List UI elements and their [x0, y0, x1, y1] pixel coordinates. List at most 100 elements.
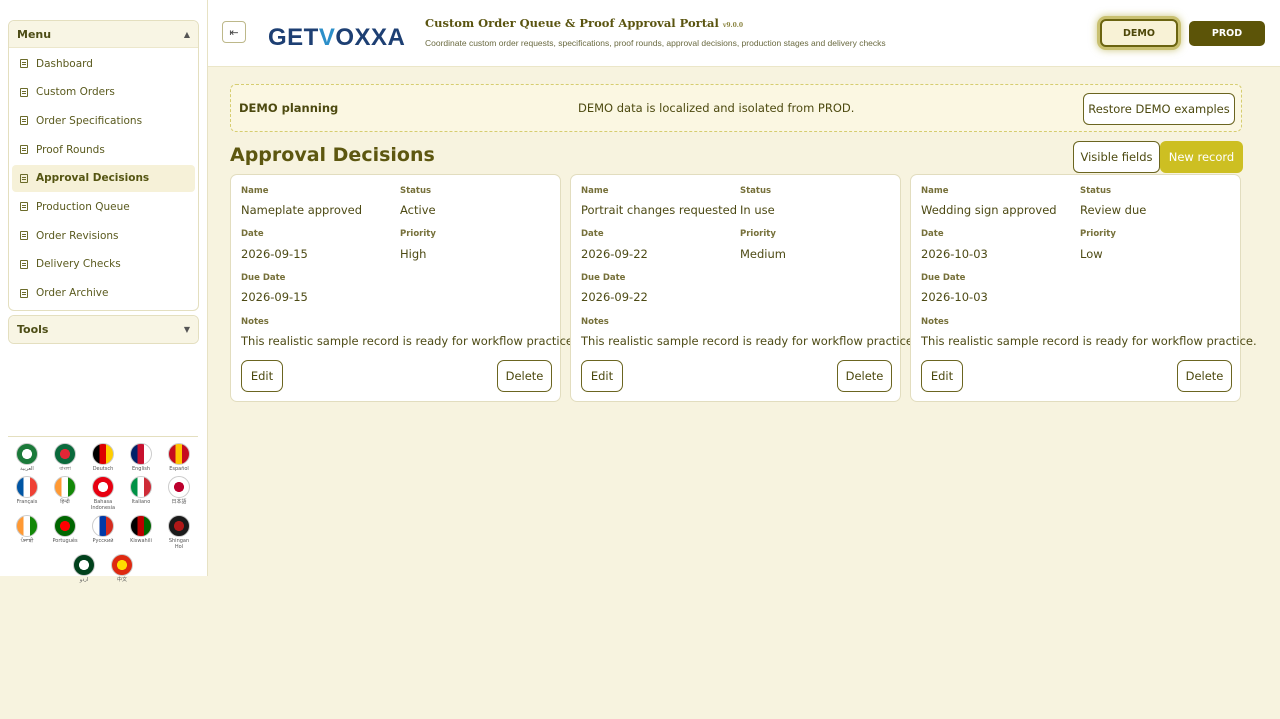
flag-icon [16, 515, 38, 537]
logo-text-get: GET [268, 24, 319, 51]
sidebar-item-label: Approval Decisions [36, 172, 150, 185]
tools-header[interactable]: Tools ▼ [9, 316, 198, 343]
document-icon [20, 288, 28, 298]
tools-title: Tools [17, 323, 49, 336]
flag-icon [16, 443, 38, 465]
language-option[interactable]: বাংলা [51, 443, 79, 472]
language-option[interactable]: Italiano [127, 476, 155, 511]
record-card: Name Wedding sign approved Status Review du… [910, 174, 1257, 402]
language-row: ਪੰਜਾਬੀ Português Русский Kiswahili Shingan H… [8, 515, 198, 550]
language-option[interactable]: Español [165, 443, 193, 472]
language-label: Français [16, 499, 38, 505]
sidebar-item[interactable]: Order Revisions [12, 222, 195, 249]
env-demo-button[interactable]: DEMO [1100, 19, 1178, 47]
flag-icon [168, 443, 190, 465]
sidebar-item[interactable]: Production Queue [12, 193, 195, 220]
sidebar-item[interactable]: Delivery Checks [12, 251, 195, 278]
delete-button[interactable]: Delete [1177, 360, 1232, 392]
language-label: বাংলা [59, 466, 71, 472]
env-prod-button[interactable]: PROD [1189, 21, 1265, 46]
sidebar-item[interactable]: Approval Decisions [12, 164, 195, 192]
language-label: Deutsch [92, 466, 114, 472]
sidebar-item-label: Proof Rounds [36, 143, 105, 156]
sidebar-item-label: Dashboard [36, 57, 93, 70]
flag-icon [54, 515, 76, 537]
flag-icon [92, 515, 114, 537]
menu-header[interactable]: Menu ▲ [9, 21, 198, 48]
language-label: اردو [79, 577, 89, 583]
chevron-down-icon[interactable]: ▼ [184, 325, 190, 334]
language-label: العربية [20, 466, 34, 472]
language-option[interactable]: 日本語 [165, 476, 193, 511]
field-label-due-date: Due Date [921, 273, 966, 283]
language-label: Kiswahili [130, 538, 152, 544]
menu-title: Menu [17, 27, 52, 41]
record-notes: This realistic sample record is ready fo… [581, 334, 917, 348]
header: ⇤ GET V OXXA Custom Order Queue & Proof Ap… [208, 0, 1280, 67]
document-icon [20, 116, 28, 126]
new-record-button[interactable]: New record [1160, 141, 1243, 173]
language-label: Español [169, 466, 189, 472]
document-icon [20, 231, 28, 241]
field-label-date: Date [241, 229, 264, 239]
language-option[interactable]: English [127, 443, 155, 472]
tools-panel[interactable]: Tools ▼ [8, 315, 199, 344]
language-option[interactable]: Русский [89, 515, 117, 550]
language-label: English [131, 466, 151, 472]
edit-button[interactable]: Edit [581, 360, 623, 392]
sidebar-toggle-button[interactable]: ⇤ [222, 21, 246, 43]
language-option[interactable]: اردو [70, 554, 98, 583]
edit-button[interactable]: Edit [921, 360, 963, 392]
logo-text-oxxa: OXXA [335, 24, 406, 51]
record-name: Portrait changes requested [581, 203, 737, 217]
sidebar-item[interactable]: Order Specifications [12, 107, 195, 134]
document-icon [20, 145, 28, 155]
logo: GET V OXXA [268, 14, 410, 52]
sidebar-item[interactable]: Dashboard [12, 50, 195, 77]
language-label: Shingan Hol [168, 538, 190, 550]
language-label: Português [52, 538, 78, 544]
field-label-date: Date [921, 229, 944, 239]
delete-button[interactable]: Delete [497, 360, 552, 392]
flag-icon [168, 515, 190, 537]
flag-icon [92, 443, 114, 465]
visible-fields-button[interactable]: Visible fields [1073, 141, 1160, 173]
app-subtitle: Coordinate custom order requests, specif… [425, 38, 886, 48]
sidebar-item[interactable]: Proof Rounds [12, 136, 195, 163]
flag-icon [73, 554, 95, 576]
language-label: ਪੰਜਾਬੀ [20, 538, 34, 544]
app-title: Custom Order Queue & Proof Approval Port… [425, 16, 743, 30]
delete-button[interactable]: Delete [837, 360, 892, 392]
language-option[interactable]: Kiswahili [127, 515, 155, 550]
flag-icon [54, 476, 76, 498]
record-due-date: 2026-09-22 [581, 290, 648, 304]
language-row: العربية বাংলা Deutsch English Español [8, 443, 198, 472]
collapse-sidebar-icon: ⇤ [229, 25, 239, 39]
field-label-date: Date [581, 229, 604, 239]
language-label: 中文 [116, 577, 127, 583]
sidebar-item-label: Order Revisions [36, 229, 119, 242]
flag-icon [54, 443, 76, 465]
language-option[interactable]: Português [51, 515, 79, 550]
sidebar-item[interactable]: Order Archive [12, 280, 195, 307]
language-option[interactable]: हिन्दी [51, 476, 79, 511]
language-option[interactable]: العربية [13, 443, 41, 472]
record-priority: Medium [740, 247, 786, 261]
language-option[interactable]: Shingan Hol [165, 515, 193, 550]
menu-list: Dashboard Custom Orders Order Specificatio… [9, 48, 198, 310]
flag-icon [16, 476, 38, 498]
field-label-due-date: Due Date [241, 273, 286, 283]
language-option[interactable]: Bahasa Indonesia [89, 476, 117, 511]
sidebar-item[interactable]: Custom Orders [12, 79, 195, 106]
language-option[interactable]: Deutsch [89, 443, 117, 472]
restore-demo-button[interactable]: Restore DEMO examples [1083, 93, 1235, 125]
language-label: Русский [92, 538, 114, 544]
chevron-up-icon[interactable]: ▲ [184, 30, 190, 39]
record-date: 2026-09-22 [581, 247, 648, 261]
edit-button[interactable]: Edit [241, 360, 283, 392]
language-option[interactable]: 中文 [108, 554, 136, 583]
language-option[interactable]: ਪੰਜਾਬੀ [13, 515, 41, 550]
language-option[interactable]: Français [13, 476, 41, 511]
record-due-date: 2026-09-15 [241, 290, 308, 304]
field-label-priority: Priority [1080, 229, 1116, 239]
